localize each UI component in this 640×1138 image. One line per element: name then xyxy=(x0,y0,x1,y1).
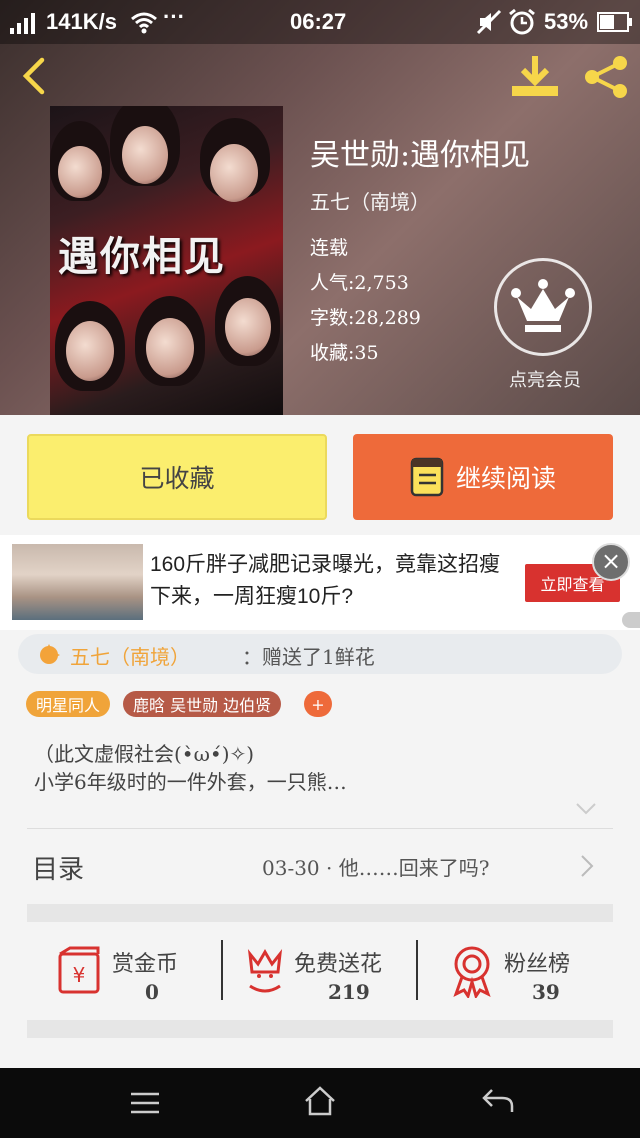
tag-category[interactable]: 明星同人 xyxy=(26,691,111,717)
ad-image[interactable] xyxy=(12,544,143,620)
ad-info-icon[interactable] xyxy=(622,612,640,628)
flower-gift-icon xyxy=(247,949,283,993)
ad-text[interactable]: 160斤胖子减肥记录曝光，竟靠这招瘦下来，一周狂瘦10斤? xyxy=(150,549,510,613)
mute-icon xyxy=(476,9,502,35)
coin-label: 赏金币 xyxy=(112,952,179,977)
favorite-count: 收藏:35 xyxy=(310,342,379,364)
fan-ranking[interactable]: 粉丝榜 39 xyxy=(446,938,596,1008)
svg-text:¥: ¥ xyxy=(73,963,86,987)
stats-row: ¥ 赏金币 0 免费送花 219 粉丝榜 39 xyxy=(0,930,640,1012)
fans-label: 粉丝榜 xyxy=(504,952,571,977)
crown-icon xyxy=(511,279,575,332)
table-of-contents-row[interactable]: 目录 03-30 · 他……回来了吗? xyxy=(0,832,640,896)
back-nav-icon[interactable] xyxy=(482,1088,514,1114)
flower-icon xyxy=(40,644,60,664)
latest-chapter: 03-30 · 他……回来了吗? xyxy=(262,856,490,880)
free-flower[interactable]: 免费送花 219 xyxy=(240,938,410,1008)
vip-badge[interactable] xyxy=(494,258,592,356)
back-icon[interactable] xyxy=(18,56,50,96)
home-icon[interactable] xyxy=(304,1086,336,1116)
popularity: 人气:2,753 xyxy=(310,272,409,294)
description-line-2: 小学6年级时的一件外套，一只熊… xyxy=(34,770,347,794)
more-status: ··· xyxy=(163,4,185,29)
battery-icon xyxy=(597,12,632,32)
add-tag-button[interactable]: + xyxy=(304,691,332,717)
fans-count: 39 xyxy=(532,980,560,1004)
medal-icon xyxy=(453,946,491,998)
section-gap xyxy=(27,904,613,922)
signal-icon xyxy=(10,13,35,34)
share-icon[interactable] xyxy=(582,54,630,100)
expand-chevron-icon[interactable] xyxy=(575,802,597,816)
book-icon xyxy=(410,457,444,497)
book-description[interactable]: （此文虚假社会(•̀ω•́)✧) 小学6年级时的一件外套，一只熊… xyxy=(34,740,594,796)
toc-label: 目录 xyxy=(32,855,85,885)
battery-percent: 53% xyxy=(544,9,589,34)
divider xyxy=(27,828,613,829)
section-gap xyxy=(27,1020,613,1038)
word-count: 字数:28,289 xyxy=(310,307,421,329)
serial-status: 连载 xyxy=(310,237,349,259)
book-cover[interactable]: 遇你相见 xyxy=(50,106,283,415)
stat-divider xyxy=(221,940,223,1000)
coin-count: 0 xyxy=(145,980,159,1004)
flower-count: 219 xyxy=(328,980,370,1004)
gift-message: ：赠送了1鲜花 xyxy=(242,645,375,669)
ad-banner[interactable]: 160斤胖子减肥记录曝光，竟靠这招瘦下来，一周狂瘦10斤? 立即查看 xyxy=(0,535,640,630)
gift-user[interactable]: 五七（南境） xyxy=(70,641,190,670)
continue-reading-button[interactable]: 继续阅读 xyxy=(353,434,613,520)
download-icon[interactable] xyxy=(510,54,560,100)
chevron-right-icon xyxy=(581,855,594,877)
ad-close-icon[interactable]: × xyxy=(592,543,630,581)
cover-title: 遇你相见 xyxy=(58,233,226,280)
system-nav-bar xyxy=(0,1068,640,1138)
description-line-1: （此文虚假社会(•̀ω•́)✧) xyxy=(34,742,255,766)
flower-label: 免费送花 xyxy=(294,952,383,977)
status-bar: 141K/s ··· 06:27 53% xyxy=(0,0,640,44)
tag-characters[interactable]: 鹿晗 吴世勋 边伯贤 xyxy=(123,691,282,717)
coin-reward[interactable]: ¥ 赏金币 0 xyxy=(50,938,210,1008)
gift-notice: 五七（南境） ：赠送了1鲜花 xyxy=(18,634,622,674)
stat-divider xyxy=(416,940,418,1000)
wifi-icon xyxy=(131,12,157,34)
coin-envelope-icon: ¥ xyxy=(58,946,100,994)
collected-button[interactable]: 已收藏 xyxy=(27,434,327,520)
continue-reading-label: 继续阅读 xyxy=(455,464,556,493)
alarm-icon xyxy=(509,8,535,35)
network-speed: 141K/s xyxy=(46,9,117,34)
menu-icon[interactable] xyxy=(130,1092,160,1114)
clock: 06:27 xyxy=(290,9,347,34)
vip-label[interactable]: 点亮会员 xyxy=(495,366,595,392)
author-name[interactable]: 五七（南境） xyxy=(310,186,430,215)
book-title: 吴世勋:遇你相见 xyxy=(310,138,531,173)
collected-label: 已收藏 xyxy=(139,464,215,493)
book-header: 141K/s ··· 06:27 53% 遇你相见 吴世勋:遇你相见 五七（南境… xyxy=(0,0,640,415)
